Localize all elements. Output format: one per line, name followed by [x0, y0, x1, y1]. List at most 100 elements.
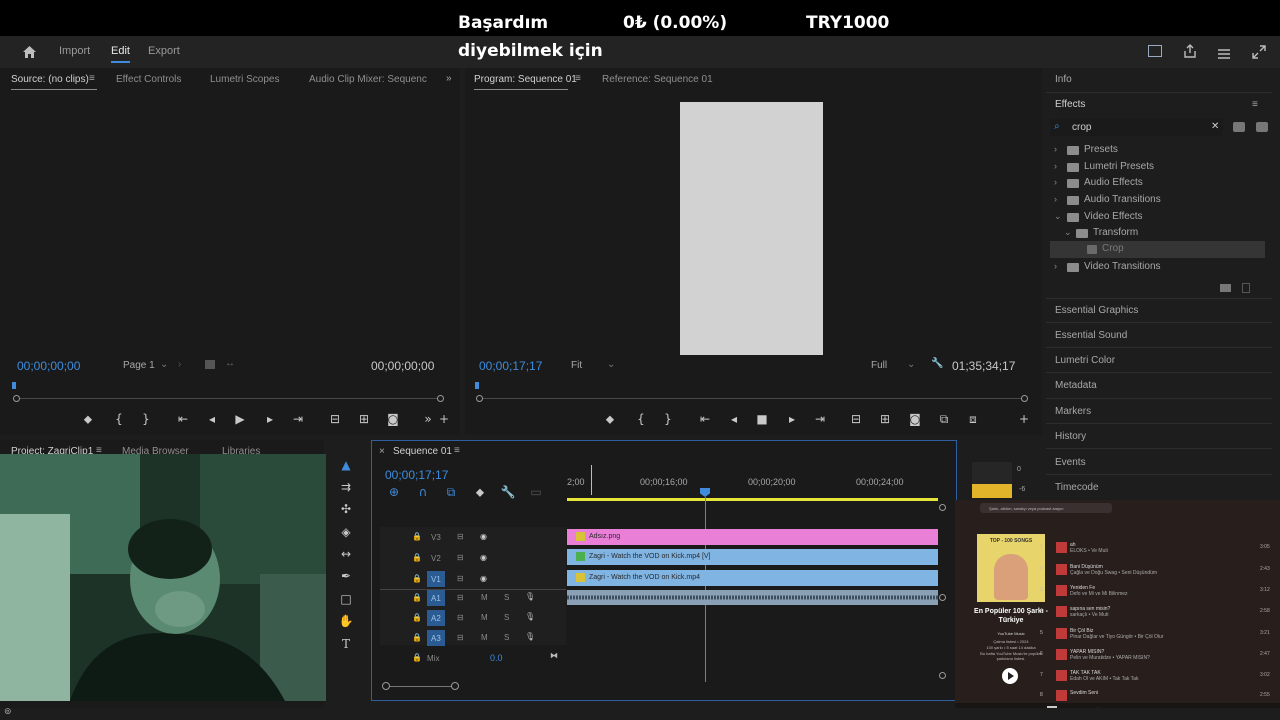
song-row[interactable]: 1 ah ELOKS • Ve Muti 3:05 [1040, 542, 1270, 554]
step-forward-icon[interactable]: ▸ [262, 411, 278, 427]
lock-icon[interactable]: 🔒 [412, 633, 422, 642]
mark-out-icon[interactable]: } [660, 411, 676, 427]
fit-select[interactable]: Fit [571, 360, 582, 371]
sync-icon[interactable]: ⊟ [457, 633, 464, 642]
chevron-down-icon[interactable]: ⌄ [907, 359, 915, 370]
selection-tool-icon[interactable]: ▲ [338, 457, 354, 473]
timeline-zoom-bar[interactable] [386, 686, 456, 687]
song-row[interactable]: 7 TAK TAK TAK Edah Ol ve AKIM • Tak Tak Ta… [1040, 670, 1270, 682]
effects-folder-presets[interactable]: › Presets [1050, 142, 1265, 159]
mark-in-icon[interactable]: { [111, 411, 127, 427]
captions-icon[interactable]: ▭ [528, 484, 544, 500]
page-select[interactable]: Page 1 [123, 360, 155, 371]
add-marker-icon[interactable]: ⬥ [602, 411, 618, 427]
track-label-a3[interactable]: A3 [431, 634, 441, 643]
tab-menu-icon[interactable]: ≡ [454, 445, 460, 456]
mix-value[interactable]: 0.0 [490, 653, 503, 663]
eye-icon[interactable]: ◉ [480, 532, 487, 541]
tab-audio-clip-mixer[interactable]: Audio Clip Mixer: Sequence 0 [309, 74, 427, 85]
fullscreen-icon[interactable] [1252, 44, 1266, 59]
info-panel-header[interactable]: Info [1055, 74, 1072, 85]
lock-icon[interactable]: 🔒 [412, 553, 422, 562]
play-icon[interactable]: ▶ [232, 411, 248, 427]
sync-icon[interactable]: ⊟ [457, 593, 464, 602]
lock-icon[interactable]: 🔒 [412, 574, 422, 583]
pen-tool-icon[interactable]: ✒ [338, 568, 354, 584]
effects-folder-audio-effects[interactable]: › Audio Effects [1050, 175, 1265, 192]
panel-events[interactable]: Events [1055, 457, 1086, 468]
hand-tool-icon[interactable]: ✋ [338, 613, 354, 629]
effects-folder-lumetri-presets[interactable]: › Lumetri Presets [1050, 159, 1265, 176]
chevron-down-icon[interactable]: ⌄ [160, 359, 168, 370]
scroll-handle[interactable] [382, 682, 390, 690]
add-button-icon[interactable]: + [436, 411, 452, 427]
panel-history[interactable]: History [1055, 431, 1086, 442]
program-playhead[interactable] [475, 382, 479, 389]
clip-v1[interactable]: Zagri - Watch the VOD on Kick.mp4 [567, 570, 938, 586]
timeline-timecode[interactable]: 00;00;17;17 [385, 468, 448, 482]
sync-icon[interactable]: ⊟ [457, 532, 464, 541]
accelerated-effects-icon[interactable] [1233, 122, 1245, 132]
effects-folder-video-effects[interactable]: ⌄ Video Effects [1050, 209, 1265, 226]
add-button-icon[interactable]: + [1016, 411, 1032, 427]
share-icon[interactable] [1183, 43, 1197, 58]
slip-tool-icon[interactable]: ↔ [338, 546, 354, 562]
effects-folder-video-transitions[interactable]: › Video Transitions [1050, 259, 1265, 276]
go-to-out-icon[interactable]: ⇥ [812, 411, 828, 427]
lock-icon[interactable]: 🔒 [412, 593, 422, 602]
frame-icon[interactable] [205, 360, 215, 369]
panel-markers[interactable]: Markers [1055, 406, 1091, 417]
song-row[interactable]: 3 Yeniden Fe Defo ve Mi ve Mi Bilinmez 3:12 [1040, 585, 1270, 597]
effects-item-crop[interactable]: Crop [1050, 241, 1265, 258]
more-controls-icon[interactable]: » [420, 411, 436, 427]
type-tool-icon[interactable]: T [338, 636, 354, 652]
effects-search-input[interactable]: crop [1072, 122, 1091, 133]
song-row[interactable]: 2 Bani Düşünüm Çağla ve Doğu Swag • Seni D… [1040, 564, 1270, 576]
step-back-icon[interactable]: ◂ [726, 411, 742, 427]
snap-icon[interactable]: ∩ [415, 484, 431, 500]
lock-icon[interactable]: 🔒 [412, 613, 422, 622]
scrub-handle[interactable] [437, 395, 444, 402]
step-back-icon[interactable]: ◂ [204, 411, 220, 427]
panel-essential-sound[interactable]: Essential Sound [1055, 330, 1127, 341]
tab-reference[interactable]: Reference: Sequence 01 [602, 74, 713, 85]
32bit-effects-icon[interactable] [1256, 122, 1268, 132]
mute-button[interactable]: M [481, 633, 488, 642]
tab-lumetri-scopes[interactable]: Lumetri Scopes [210, 74, 279, 85]
timeline-settings-icon[interactable]: 🔧 [500, 484, 516, 500]
panel-essential-graphics[interactable]: Essential Graphics [1055, 305, 1138, 316]
workspace-icon[interactable] [1148, 45, 1162, 57]
extract-icon[interactable]: ⊞ [877, 411, 893, 427]
panel-timecode[interactable]: Timecode [1055, 482, 1099, 493]
vr-icon[interactable]: ⧈ [965, 411, 981, 427]
go-to-in-icon[interactable]: ⇤ [175, 411, 191, 427]
effects-folder-transform[interactable]: ⌄ Transform [1050, 225, 1265, 242]
sync-icon[interactable]: ⊟ [457, 553, 464, 562]
song-row[interactable]: 5 Bir Çöl Biz Pinar Dağlar ve Tiyo Güngör … [1040, 628, 1270, 640]
add-marker-icon[interactable]: ⬥ [80, 411, 96, 427]
comparison-icon[interactable]: ⧉ [936, 411, 952, 427]
new-bin-icon[interactable] [1220, 284, 1231, 292]
ripple-edit-icon[interactable]: ✣ [338, 501, 354, 517]
scrub-handle[interactable] [1021, 395, 1028, 402]
song-row[interactable]: 6 YAPAR MISIN? Pelin ve Muratidze • YAPAR … [1040, 649, 1270, 661]
track-label-v3[interactable]: V3 [431, 533, 441, 542]
song-row[interactable]: 8 Sevdim Seni 2:55 [1040, 690, 1270, 701]
linked-selection-icon[interactable]: ⧉ [443, 484, 459, 500]
nest-icon[interactable]: ⊕ [386, 484, 402, 500]
home-icon[interactable] [22, 44, 37, 58]
lift-icon[interactable]: ⊟ [848, 411, 864, 427]
mark-in-icon[interactable]: { [633, 411, 649, 427]
razor-tool-icon[interactable]: ◈ [338, 524, 354, 540]
more-tabs-icon[interactable]: » [446, 73, 452, 84]
track-select-icon[interactable]: ⇉ [338, 479, 354, 495]
source-scrubber[interactable] [17, 398, 441, 399]
mix-arrows-icon[interactable]: ⧓ [550, 651, 558, 660]
scrub-handle[interactable] [13, 395, 20, 402]
menu-export[interactable]: Export [148, 45, 180, 57]
source-playhead[interactable] [12, 382, 16, 389]
chevron-down-icon[interactable]: ⌄ [607, 359, 615, 370]
solo-button[interactable]: S [504, 593, 509, 602]
track-label-v2[interactable]: V2 [431, 554, 441, 563]
close-tab-icon[interactable]: × [379, 446, 385, 457]
